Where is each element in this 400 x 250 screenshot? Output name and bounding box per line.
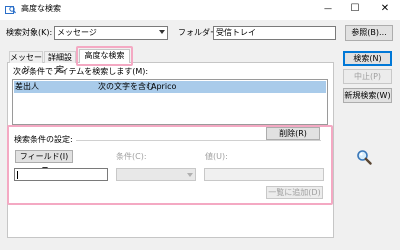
criteria-condition-cell: 次の文字を含む [98,82,154,91]
tab-highlight [76,46,133,66]
maximize-button[interactable]: ☐ [345,3,365,15]
chevron-down-icon [187,173,193,177]
define-criteria-label: 検索条件の設定: [14,135,73,144]
app-icon [5,5,16,15]
chevron-down-icon [159,30,165,34]
criteria-list[interactable]: 差出人 次の文字を含む Aprico [12,79,328,125]
criteria-field-cell: 差出人 [15,82,39,91]
field-name-input[interactable] [14,168,108,181]
criteria-value-cell: Aprico [151,82,177,91]
search-button[interactable]: 検索(N) [343,51,392,66]
tab-messages[interactable]: メッセージ [9,51,43,74]
scope-label: 検索対象(K): [6,28,53,37]
stop-button[interactable]: 中止(P) [343,69,392,84]
add-to-list-button[interactable]: 一覧に追加(D) [266,186,323,199]
value-label: 値(U): [205,152,228,161]
condition-label: 条件(C): [116,152,147,161]
field-button[interactable]: フィールド(I) [15,150,73,171]
minimize-button[interactable]: — [318,3,338,15]
scope-value: メッセージ [57,28,97,37]
folder-value: 受信トレイ [216,28,256,37]
browse-button[interactable]: 参照(B)... [345,25,393,41]
folder-field: 受信トレイ [213,26,336,40]
condition-select[interactable] [116,168,196,181]
scope-select[interactable]: メッセージ [54,26,168,40]
field-button-label: フィールド(I) [19,152,69,161]
criteria-list-label: 次の条件でアイテムを検索します(M): [13,67,149,76]
criteria-row[interactable]: 差出人 次の文字を含む Aprico [14,81,326,93]
magnifier-icon [356,149,372,165]
define-criteria-divider [76,140,321,141]
tab-more-choices[interactable]: 詳細設定 [44,51,76,74]
text-caret [17,171,18,179]
new-search-button[interactable]: 新規検索(W) [343,88,392,103]
window-title: 高度な検索 [21,4,61,13]
value-input[interactable] [204,168,324,181]
close-button[interactable]: ✕ [375,3,395,15]
